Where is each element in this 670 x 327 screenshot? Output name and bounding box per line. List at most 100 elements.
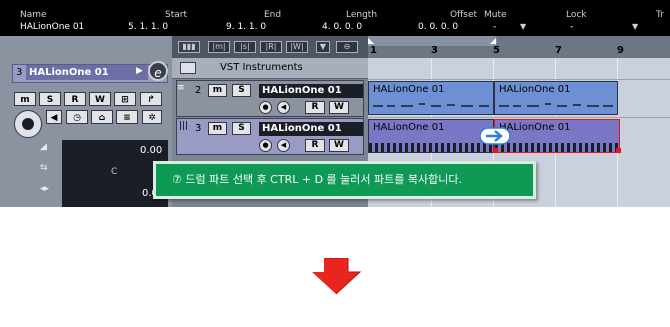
lock-dropdown-icon[interactable]: ▼ (632, 22, 638, 31)
ruler-mark: 9 (617, 45, 624, 56)
track-name[interactable]: HALionOne 01 (259, 122, 363, 136)
info-value-end[interactable]: 9. 1. 1. 0 (226, 22, 266, 32)
read-all-icon[interactable]: |R| (260, 41, 282, 53)
zoom-icon[interactable]: ⊖ (336, 41, 358, 53)
output-routing-icon[interactable]: ↱ (140, 92, 162, 106)
midi-notes-icon (373, 103, 489, 107)
folder-icon (180, 62, 196, 74)
speaker-icon[interactable]: ◀ (46, 110, 62, 124)
cubase-project-window: Name Start End Length Offset Mute Lock T… (0, 0, 670, 207)
info-value-name[interactable]: HALionOne 01 (20, 22, 84, 32)
track-row[interactable]: ≡ 2 m S HALionOne 01 ● ◀ R W (176, 80, 364, 117)
lock-icon[interactable]: ⌂ (91, 110, 113, 124)
expand-arrow-icon[interactable]: ▶ (136, 66, 143, 76)
track-write-button[interactable]: W (329, 139, 349, 152)
record-enable-icon[interactable]: ● (259, 101, 272, 114)
track-read-button[interactable]: R (305, 139, 325, 152)
ruler[interactable]: ◣ ◢ 1 3 5 7 9 (368, 36, 670, 58)
down-arrow-icon (312, 258, 362, 295)
solo-all-icon[interactable]: |s| (234, 41, 256, 53)
ruler-mark: 3 (431, 45, 438, 56)
track-name[interactable]: HALionOne 01 (259, 84, 363, 98)
part-label: HALionOne 01 (499, 84, 571, 95)
folder-track-row[interactable]: VST Instruments (172, 58, 368, 79)
info-header-offset: Offset (450, 10, 478, 20)
edit-instrument-button[interactable]: e (148, 61, 168, 81)
inspector-mute-button[interactable]: m (14, 92, 36, 106)
inspector-track-header[interactable]: 3 HALionOne 01 ▶ (12, 64, 168, 83)
info-header-name: Name (20, 10, 47, 20)
midi-part[interactable]: HALionOne 01 (494, 81, 618, 115)
folder-track-name[interactable]: VST Instruments (220, 62, 303, 73)
delay-icon: ◂▸ (40, 184, 50, 194)
track-number: 3 (195, 123, 202, 134)
pan-icon: ⇆ (40, 163, 48, 173)
mute-all-icon[interactable]: |m| (208, 41, 230, 53)
monitor-speaker-icon[interactable]: ◀ (277, 139, 290, 152)
drum-track-icon: ||| (179, 121, 189, 131)
info-header-lock: Lock (566, 10, 587, 20)
info-value-offset[interactable]: 0. 0. 0. 0 (418, 22, 458, 32)
inspector-track-number: 3 (16, 67, 23, 78)
volume-value[interactable]: 0.00 (140, 145, 162, 156)
midi-part[interactable]: HALionOne 01 (368, 81, 494, 115)
ruler-mark: 5 (493, 45, 500, 56)
instruction-text: ⑦ 드럼 파트 선택 후 CTRL + D 를 눌러서 파트를 복사합니다. (172, 173, 462, 186)
freeze-icon[interactable]: ✲ (142, 110, 162, 124)
info-header-mute: Mute (484, 10, 507, 20)
track-colors-icon[interactable]: ▮▮▮ (178, 41, 200, 53)
info-header-trunc: Tr (656, 10, 664, 20)
part-handle-right[interactable] (616, 148, 621, 153)
write-all-icon[interactable]: |W| (286, 41, 308, 53)
instruction-callout: ⑦ 드럼 파트 선택 후 CTRL + D 를 눌러서 파트를 복사합니다. (153, 161, 536, 199)
midi-notes-icon (499, 103, 613, 107)
lane-icon[interactable]: ≡ (116, 110, 138, 124)
info-header-length: Length (346, 10, 378, 20)
record-enable-icon[interactable]: ● (259, 139, 272, 152)
lane-divider (368, 79, 670, 80)
edit-channel-icon[interactable]: ⊞ (114, 92, 136, 106)
right-locator-icon[interactable]: ◢ (490, 36, 496, 45)
info-value-length[interactable]: 4. 0. 0. 0 (322, 22, 362, 32)
pan-value[interactable]: C (111, 167, 117, 177)
track-solo-button[interactable]: S (232, 84, 251, 97)
part-label: HALionOne 01 (373, 84, 445, 95)
info-value-start[interactable]: 5. 1. 1. 0 (128, 22, 168, 32)
track-number: 2 (195, 85, 202, 96)
drum-hits-icon (369, 143, 493, 152)
copy-arrow-icon (479, 127, 511, 145)
volume-icon: ◢ (40, 142, 47, 152)
drum-hits-icon (495, 143, 619, 152)
info-line: Name Start End Length Offset Mute Lock T… (0, 0, 670, 36)
track-mute-button[interactable]: m (208, 122, 227, 135)
timebase-clock-icon[interactable]: ◷ (66, 110, 88, 124)
drum-part[interactable]: HALionOne 01 (368, 119, 494, 153)
monitor-icon (22, 118, 34, 130)
info-header-end: End (264, 10, 282, 20)
ruler-mark: 7 (555, 45, 562, 56)
track-mute-button[interactable]: m (208, 84, 227, 97)
inspector-solo-button[interactable]: S (39, 92, 61, 106)
track-solo-button[interactable]: S (232, 122, 251, 135)
left-locator-icon[interactable]: ◣ (368, 36, 374, 45)
mute-dropdown-icon[interactable]: ▼ (520, 22, 526, 31)
inspector-write-button[interactable]: W (89, 92, 111, 106)
monitor-button[interactable] (14, 110, 42, 138)
inspector-panel: 3 HALionOne 01 ▶ e m S R W ⊞ ↱ ◀ ◷ ⌂ ≡ ✲… (0, 36, 172, 207)
monitor-speaker-icon[interactable]: ◀ (277, 101, 290, 114)
part-label: HALionOne 01 (373, 122, 445, 133)
part-handle-left[interactable] (493, 148, 498, 153)
inspector-read-button[interactable]: R (64, 92, 86, 106)
info-header-start: Start (165, 10, 187, 20)
lane-divider (368, 117, 670, 118)
track-read-button[interactable]: R (305, 101, 325, 114)
track-list-toolbar: ▮▮▮ |m| |s| |R| |W| ▼ ⊖ (172, 36, 368, 58)
midi-track-icon: ≡ (177, 83, 185, 93)
track-row[interactable]: ||| 3 m S HALionOne 01 ● ◀ R W (176, 118, 364, 155)
info-value-lock[interactable]: - (570, 22, 573, 32)
track-list-menu-icon[interactable]: ▼ (316, 41, 330, 53)
inspector-track-name[interactable]: HALionOne 01 (26, 65, 148, 80)
copied-drum-part[interactable]: HALionOne 01 (493, 119, 621, 153)
info-value-mute[interactable]: - (493, 22, 496, 32)
track-write-button[interactable]: W (329, 101, 349, 114)
